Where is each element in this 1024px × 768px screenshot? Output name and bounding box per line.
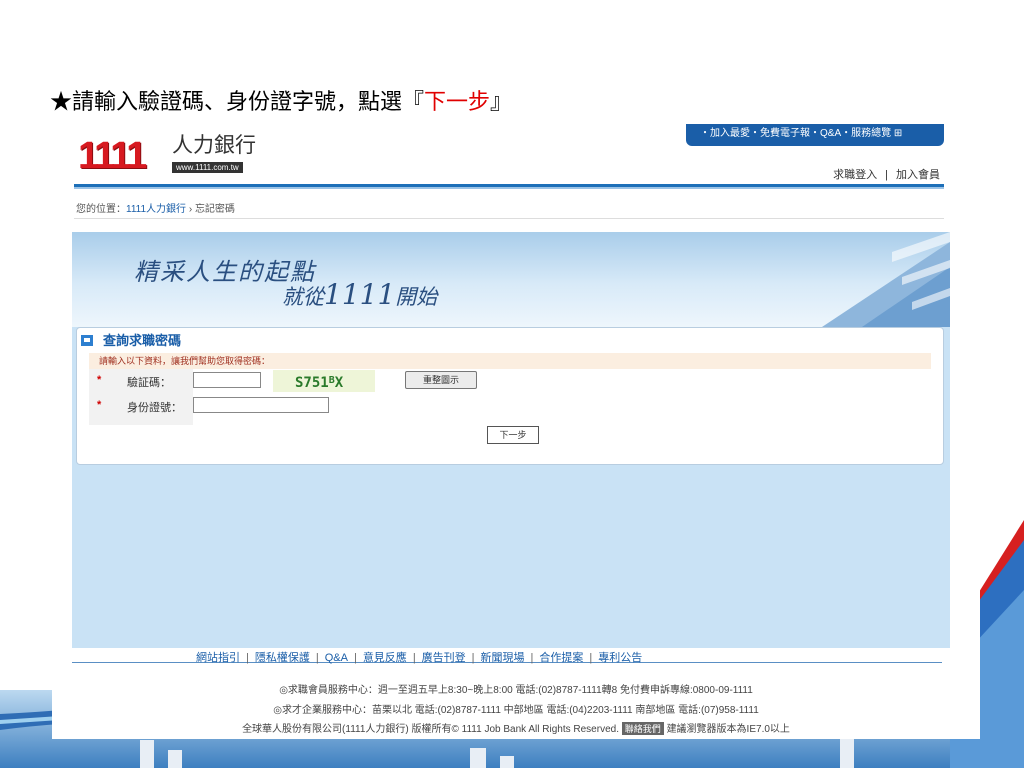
breadcrumb-divider [74,218,944,219]
breadcrumb: 您的位置：1111人力銀行 › 忘記密碼 [76,204,235,215]
footer-link-site-guide[interactable]: 網站指引 [196,652,240,664]
id-number-input[interactable] [193,397,329,413]
login-link[interactable]: 求職登入 [833,169,877,181]
star-icon: ★ [50,90,73,115]
slogan-line-2: 就從1111開始 [282,278,438,311]
breadcrumb-home[interactable]: 1111人力銀行 [126,204,186,215]
contact-us-button[interactable]: 聯絡我們 [621,722,664,735]
footer-copyright: 全球華人股份有限公司(1111人力銀行) 版權所有© 1111 Job Bank… [242,722,790,735]
slide: ★請輸入驗證碼、身份證字號，點選『下一步』 1111 人力銀行 www.1111… [0,0,1024,768]
site-header: 1111 人力銀行 www.1111.com.tw ・加入最愛・免費電子報・Q&… [52,124,980,189]
footer-member-service: ◎求職會員服務中心：週一至週五早上8:30~晚上8:00 電話:(02)8787… [279,685,753,696]
footer-link-privacy[interactable]: 隱私權保護 [255,652,310,664]
instruction-text: ★請輸入驗證碼、身份證字號，點選『下一步』 [50,90,513,115]
id-number-row: * 身份證號： [89,395,589,417]
logo-url: www.1111.com.tw [172,162,243,173]
footer-link-partnership[interactable]: 合作提案 [539,652,583,664]
footer-link-advertising[interactable]: 廣告刊登 [422,652,466,664]
footer-link-news[interactable]: 新聞現場 [481,652,525,664]
logo-number: 1111 [78,135,147,177]
captcha-label: 驗証碼： [127,377,171,389]
building-illustration [822,232,950,327]
id-number-label: 身份證號： [127,402,182,414]
footer-employer-service: ◎求才企業服務中心：苗栗以北 電話:(02)8787-1111 中部地區 電話:… [273,705,759,716]
footer-link-qa[interactable]: Q&A [325,652,348,664]
captcha-input[interactable] [193,372,261,388]
header-divider-light [74,187,944,189]
captcha-image: S751BX [273,370,375,392]
banner: 精采人生的起點 就從1111開始 [72,232,950,327]
member-links: 求職登入 | 加入會員 [833,169,940,181]
section-title: 查詢求職密碼 [81,330,181,349]
top-nav[interactable]: ・加入最愛・免費電子報・Q&A・服務總覽 ⊞ [686,124,944,146]
main-panel: 精采人生的起點 就從1111開始 查詢求職密碼 請輸入以下資料，讓我們幫助您取得… [72,232,950,648]
required-mark: * [97,374,102,386]
arrow-icon [81,335,93,346]
refresh-captcha-button[interactable]: 重整圖示 [405,371,477,389]
footer-link-patent[interactable]: 專利公告 [598,652,642,664]
captcha-row: * 驗証碼： S751BX 重整圖示 [89,370,589,392]
password-query-form: 查詢求職密碼 請輸入以下資料，讓我們幫助您取得密碼： * 驗証碼： S751BX… [76,327,944,465]
instruction-highlight: 下一步 [424,90,491,115]
breadcrumb-arrow: › [188,204,193,215]
logo-name: 人力銀行 [172,134,256,157]
website-screenshot: 1111 人力銀行 www.1111.com.tw ・加入最愛・免費電子報・Q&… [52,124,980,739]
breadcrumb-current: 忘記密碼 [194,204,235,215]
form-hint: 請輸入以下資料，讓我們幫助您取得密碼： [89,353,931,369]
join-link[interactable]: 加入會員 [896,169,940,181]
footer-links: 網站指引 | 隱私權保護 | Q&A | 意見反應 | 廣告刊登 | 新聞現場 | 合作提案 | 專利公告 [196,652,643,664]
next-step-button[interactable]: 下一步 [487,426,539,444]
required-mark: * [97,399,102,411]
footer-link-feedback[interactable]: 意見反應 [363,652,407,664]
